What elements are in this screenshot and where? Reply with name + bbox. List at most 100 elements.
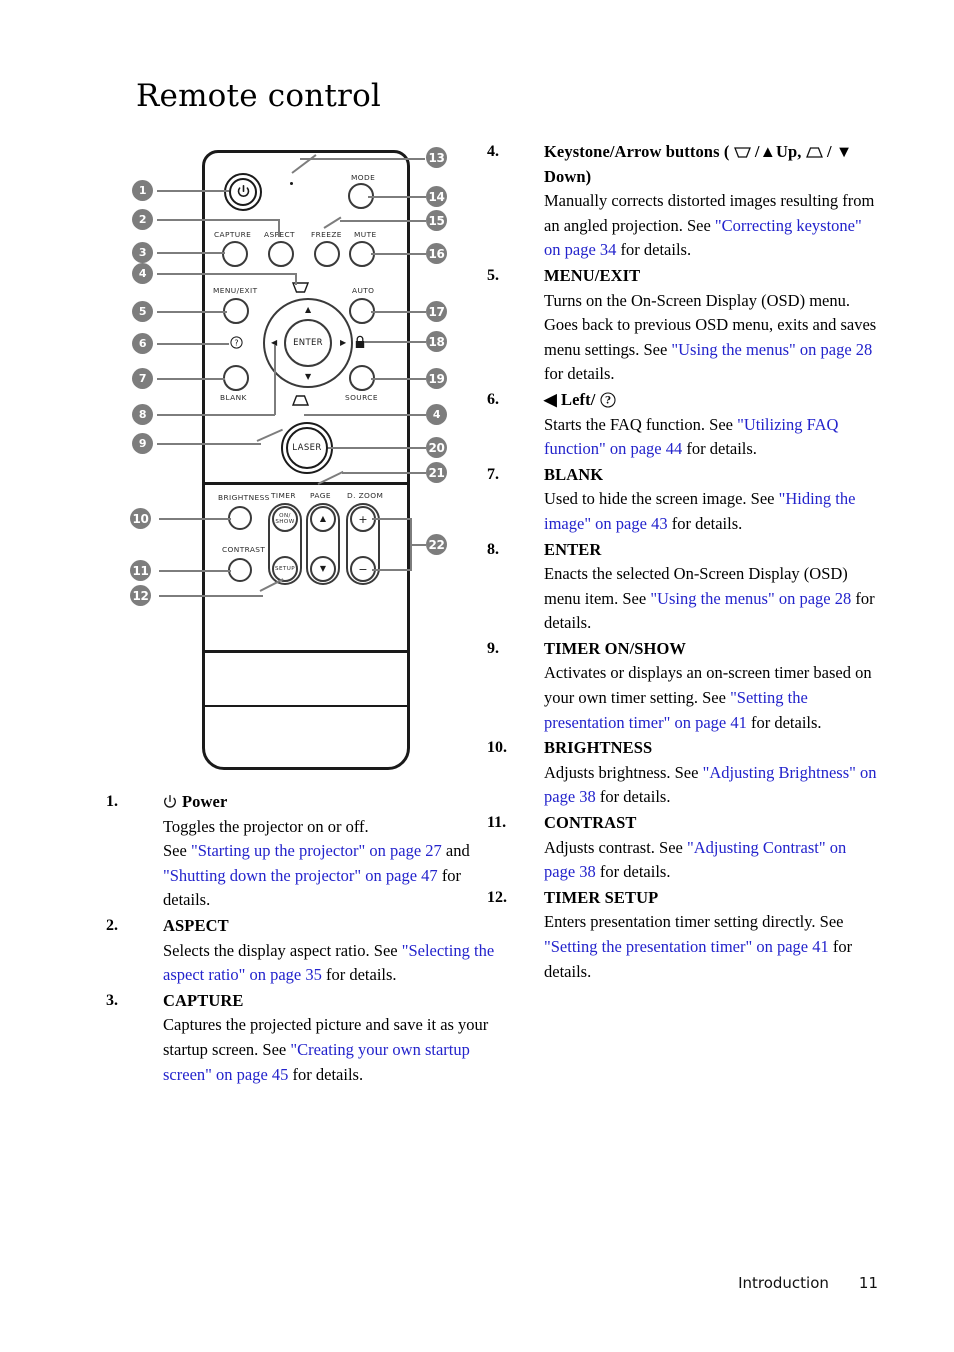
item-4-heading-pre: Keystone/Arrow buttons ( [544,142,734,161]
item-1-link-1[interactable]: "Shutting down the projector" on page 47 [163,866,438,885]
item-4-number: 4. [487,143,499,160]
leader-8b [274,345,276,415]
item-4-description: Manually corrects distorted images resul… [544,189,879,263]
mute-label: MUTE [354,230,377,239]
callout-4-left: 4 [132,263,153,284]
item-2-text-1: for details. [321,965,397,985]
callout-17: 17 [426,301,447,322]
timer-on-show-button[interactable]: ON/ SHOW [272,506,298,532]
callout-12: 12 [130,585,151,606]
item-7-description: Used to hide the screen image. See "Hidi… [544,487,879,536]
leader-19 [371,378,426,380]
callout-22: 22 [426,534,447,555]
list-item-6: 6. ◀ Left/ ? Starts the FAQ function. Se… [487,388,879,462]
item-3-number: 3. [106,991,118,1009]
item-11-number: 11. [487,814,507,832]
item-10-description: Adjusts brightness. See "Adjusting Brigh… [544,761,879,810]
callout-2: 2 [132,209,153,230]
callout-11: 11 [130,560,151,581]
footer-section-label: Introduction [738,1274,829,1292]
arrow-up-icon[interactable]: ▲ [305,306,311,314]
item-1-text-1: See [163,841,191,861]
arrow-right-icon[interactable]: ▶ [340,339,346,347]
callout-18: 18 [426,331,447,352]
list-item-10: 10. BRIGHTNESS Adjusts brightness. See "… [487,736,879,810]
item-6-description: Starts the FAQ function. See "Utilizing … [544,413,879,462]
item-1-heading: Power [182,792,228,811]
item-8-number: 8. [487,540,499,558]
footer-page-number: 11 [858,1274,878,1292]
callout-16: 16 [426,243,447,264]
item-12-link-0[interactable]: "Setting the presentation timer" on page… [544,937,829,956]
leader-3 [157,252,225,254]
timer-setup-label: SETUP [275,566,295,572]
page-up-arrow-icon: ▲ [319,514,327,523]
item-5-link-0[interactable]: "Using the menus" on page 28 [671,340,872,359]
item-8-description: Enacts the selected On-Screen Display (O… [544,562,879,636]
item-9-heading: TIMER ON/SHOW [544,638,687,658]
remote-divider-2 [202,650,410,653]
leader-9a [157,443,261,445]
item-7-heading: BLANK [544,464,604,484]
menu-exit-label: MENU/EXIT [213,286,258,295]
item-12-heading: TIMER SETUP [544,887,659,907]
item-12-text-0: Enters presentation timer setting direct… [544,912,844,932]
capture-button[interactable] [222,241,248,267]
list-item-11: 11. CONTRAST Adjusts contrast. See "Adju… [487,811,879,885]
callout-7: 7 [132,368,153,389]
brightness-button[interactable] [228,506,252,530]
leader-10 [159,518,231,520]
callout-8: 8 [132,404,153,425]
item-1-number: 1. [106,793,118,810]
item-1-text-0: Toggles the projector on or off. [163,816,369,836]
item-5-number: 5. [487,266,499,284]
leader-11 [159,570,231,572]
list-item-2: 2. ASPECT Selects the display aspect rat… [106,914,498,988]
list-item-12: 12. TIMER SETUP Enters presentation time… [487,886,879,984]
callout-10: 10 [130,508,151,529]
page-footer: Introduction 11 [738,1274,878,1292]
timer-setup-button[interactable]: SETUP [272,556,298,582]
enter-button[interactable]: ENTER [284,319,332,367]
item-5-heading: MENU/EXIT [544,265,641,285]
blank-button[interactable] [223,365,249,391]
leader-4a [157,273,296,275]
item-10-text-0: Adjusts brightness. See [544,762,703,782]
leader-4b [295,273,297,285]
list-item-7: 7. BLANK Used to hide the screen image. … [487,463,879,537]
item-10-number: 10. [487,739,507,757]
item-2-number: 2. [106,916,118,934]
leader-20 [328,447,426,449]
contrast-button[interactable] [228,558,252,582]
remote-divider-3 [202,705,410,707]
list-item-9: 9. TIMER ON/SHOW Activates or displays a… [487,637,879,735]
item-3-heading: CAPTURE [163,990,244,1010]
item-2-text-0: Selects the display aspect ratio. See [163,940,402,960]
keystone-up-icon [292,395,309,406]
leader-18 [364,341,426,343]
item-8-heading: ENTER [544,539,602,559]
mode-label: MODE [351,173,376,182]
page-up-button[interactable]: ▲ [310,506,336,532]
item-1-link-0[interactable]: "Starting up the projector" on page 27 [191,841,442,860]
laser-button[interactable]: LASER [286,427,328,469]
page-down-button[interactable]: ▼ [310,556,336,582]
item-6-heading-row: ◀ Left/ ? [544,388,879,413]
item-10-heading: BRIGHTNESS [544,738,653,758]
freeze-button[interactable] [314,241,340,267]
item-8-link-0[interactable]: "Using the menus" on page 28 [650,589,851,608]
aspect-button[interactable] [268,241,294,267]
leader-17 [371,311,426,313]
item-10-text-1: for details. [595,787,671,807]
arrow-down-icon[interactable]: ▼ [305,373,311,381]
item-4-heading: Keystone/Arrow buttons ( /▲Up, / ▼ Down) [544,140,879,189]
question-mark-icon: ? [600,392,616,408]
item-12-number: 12. [487,888,507,906]
leader-16 [371,253,426,255]
timer-label: TIMER [271,491,296,500]
callout-3: 3 [132,242,153,263]
bracket-22-bottom [372,569,412,571]
capture-label: CAPTURE [214,230,252,239]
item-1-heading-row: Power [163,790,498,815]
leader-2a [157,219,279,221]
